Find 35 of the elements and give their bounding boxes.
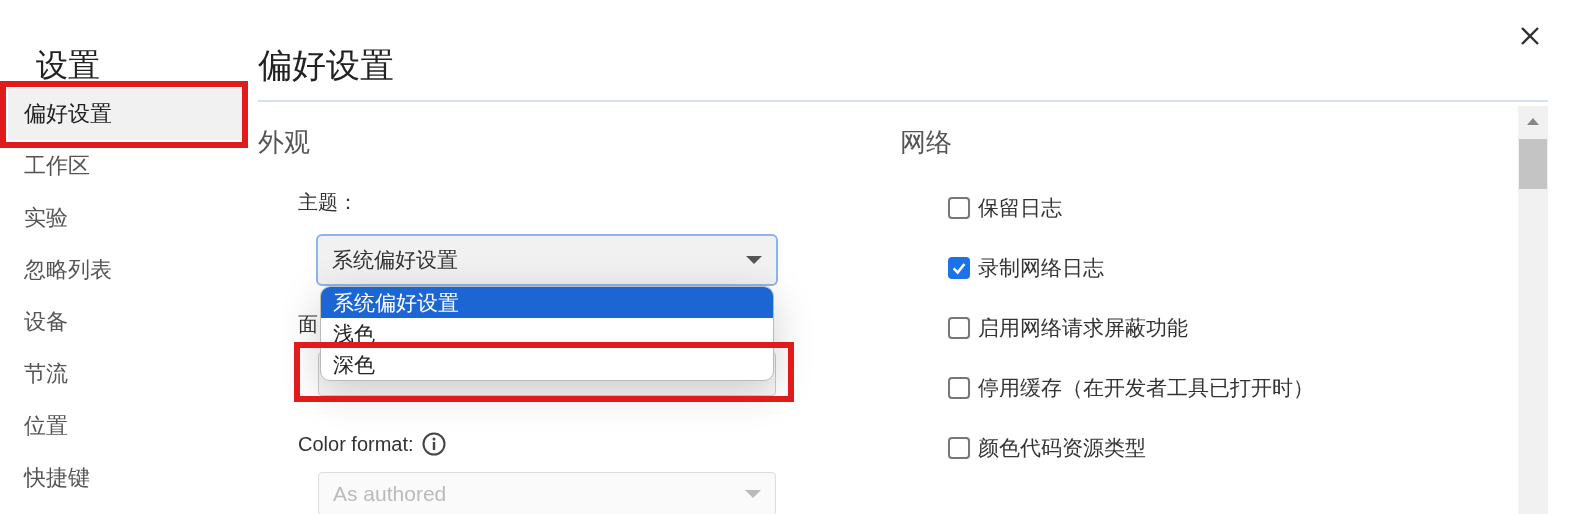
caret-icon: [746, 256, 762, 264]
scrollbar-thumb[interactable]: [1519, 139, 1547, 189]
close-icon[interactable]: [1520, 26, 1540, 46]
checkbox-label: 保留日志: [978, 195, 1062, 221]
sidebar-item[interactable]: 设备: [8, 296, 245, 348]
caret-icon: [745, 490, 761, 498]
scrollbar[interactable]: [1518, 106, 1548, 514]
checkbox[interactable]: [948, 377, 970, 399]
checkbox-label: 录制网络日志: [978, 255, 1104, 281]
dropdown-option[interactable]: 深色: [321, 349, 773, 380]
field-label: 主题：: [298, 190, 358, 215]
sidebar-item[interactable]: 节流: [8, 348, 245, 400]
checkbox[interactable]: [948, 317, 970, 339]
page-title: 偏好设置: [258, 42, 1548, 102]
scroll-up-icon[interactable]: [1527, 118, 1539, 125]
checkbox[interactable]: [948, 257, 970, 279]
section-title: 外观: [258, 126, 311, 159]
checkbox-label: 停用缓存（在开发者工具已打开时）: [978, 375, 1314, 401]
select-field[interactable]: 系统偏好设置: [316, 234, 778, 286]
section-title: 网络: [900, 126, 953, 159]
sidebar-item[interactable]: 位置: [8, 400, 245, 452]
sidebar-title: 设置: [35, 46, 101, 85]
sidebar-item[interactable]: 工作区: [8, 140, 245, 192]
select-field: As authored: [318, 472, 776, 514]
sidebar-item[interactable]: 偏好设置: [8, 88, 245, 140]
checkbox-label: 启用网络请求屏蔽功能: [978, 315, 1188, 341]
field-label: Color format:: [298, 432, 414, 457]
checkbox-label: 颜色代码资源类型: [978, 435, 1146, 461]
field-label: 面: [298, 312, 318, 337]
sidebar-item[interactable]: 忽略列表: [8, 244, 245, 296]
checkbox[interactable]: [948, 197, 970, 219]
sidebar-item[interactable]: 实验: [8, 192, 245, 244]
dropdown-option[interactable]: 系统偏好设置: [321, 287, 773, 318]
sidebar-item[interactable]: 快捷键: [8, 452, 245, 504]
checkbox[interactable]: [948, 437, 970, 459]
